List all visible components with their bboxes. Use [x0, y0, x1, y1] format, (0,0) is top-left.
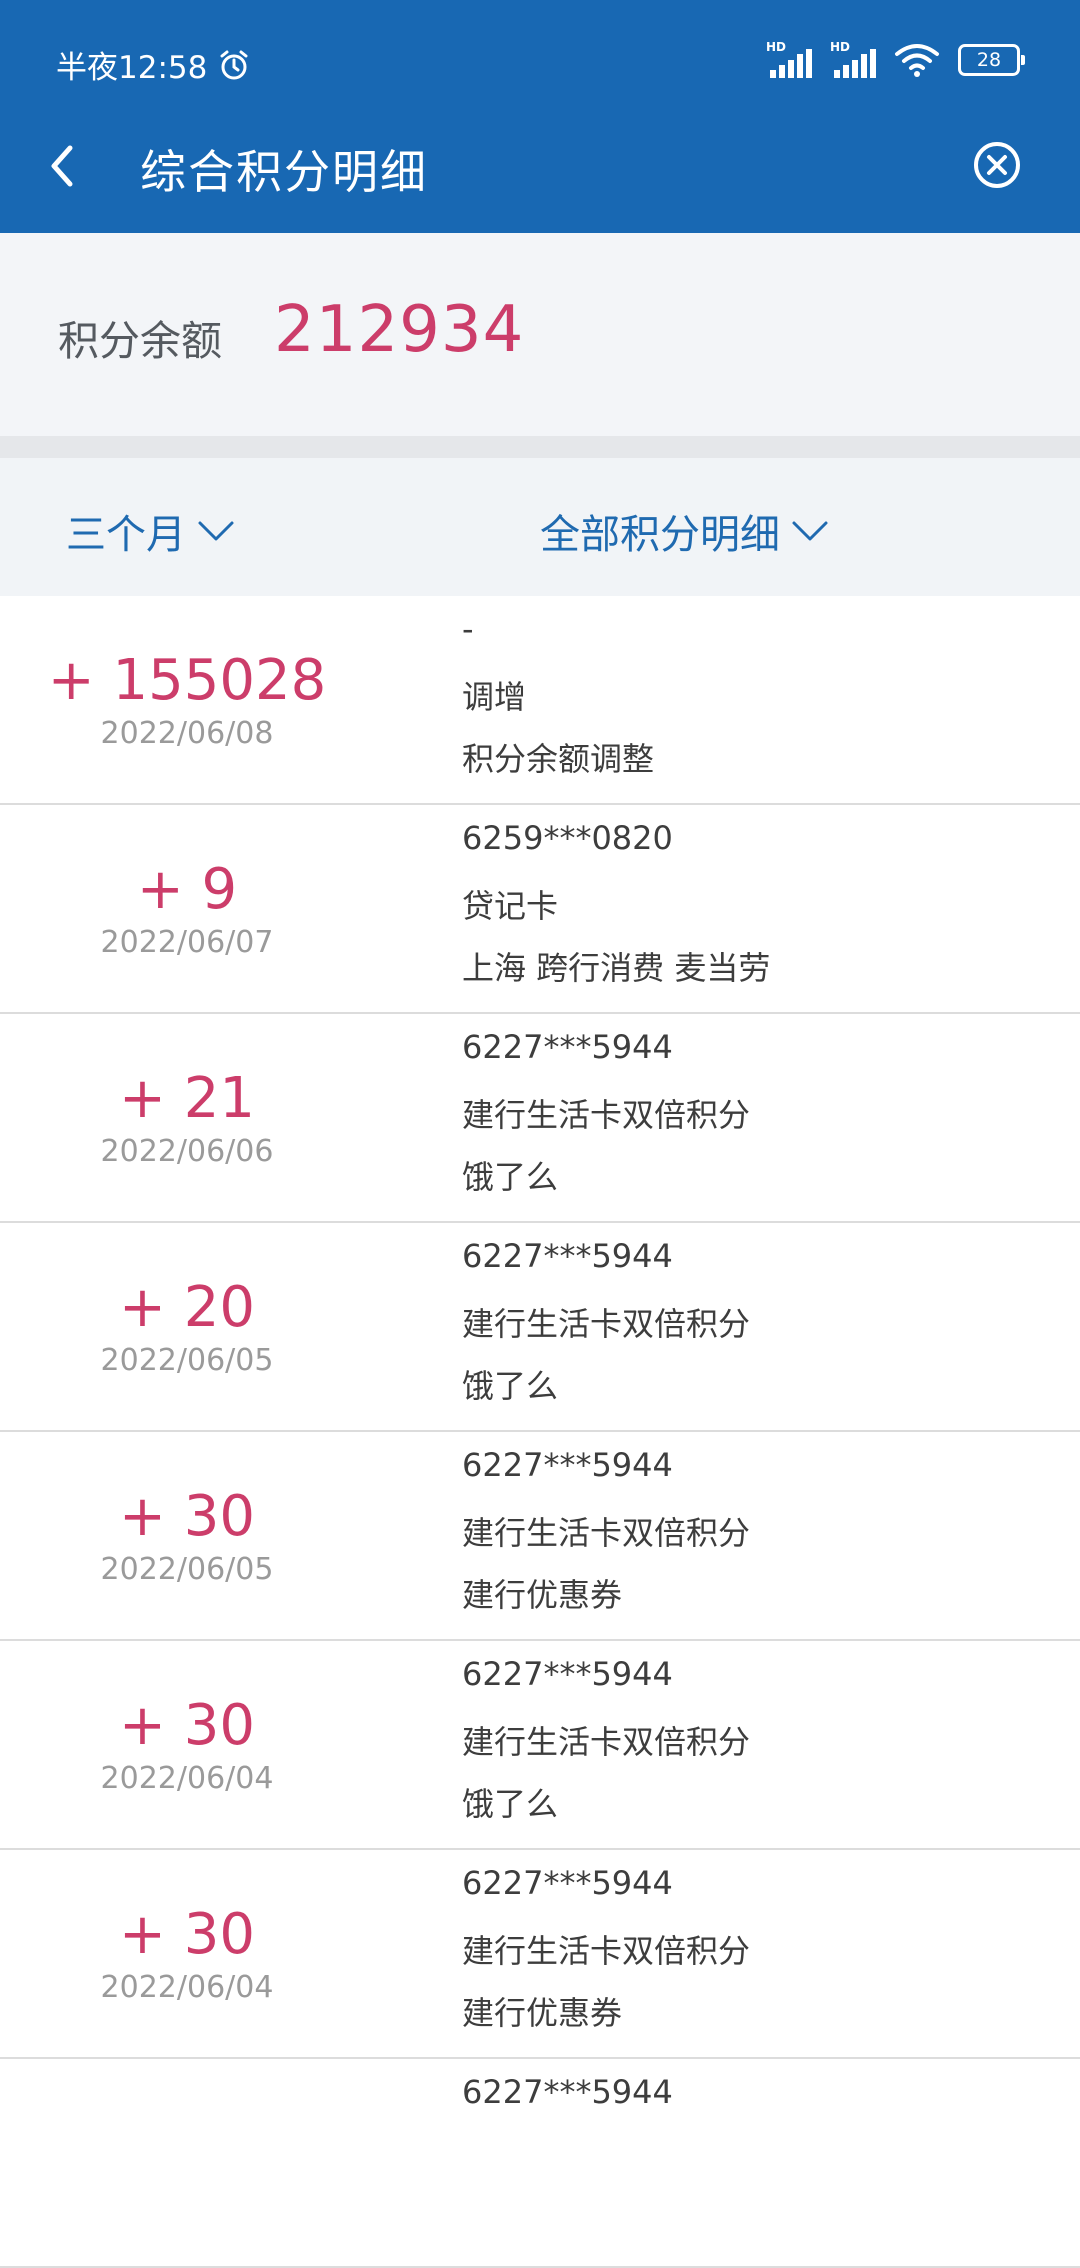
balance-panel: 积分余额 212934 — [0, 233, 1080, 436]
record-date: 2022/06/08 — [100, 716, 274, 751]
record-card: 6227***5944 — [462, 1446, 673, 1484]
wifi-icon — [895, 44, 939, 77]
record-amount: + 30 — [119, 1693, 255, 1758]
record-type: 建行生活卡双倍积分 — [462, 1723, 751, 1761]
cellular-signal-1-icon: HD — [766, 40, 816, 80]
record-type: 建行生活卡双倍积分 — [462, 1096, 751, 1134]
record-card: 6227***5944 — [462, 1028, 673, 1066]
record-amount: + 30 — [119, 1902, 255, 1967]
record-description: 饿了么 — [462, 1367, 559, 1405]
close-button[interactable] — [972, 140, 1022, 190]
record-card: 6227***5944 — [462, 2073, 673, 2111]
record-row[interactable]: + 155028 2022/06/08 - 调增 积分余额调整 — [0, 596, 1080, 805]
status-bar-time-group: 半夜12:58 — [56, 42, 251, 87]
chevron-down-icon — [198, 521, 234, 541]
record-description: 建行优惠券 — [462, 1576, 623, 1614]
record-date: 2022/06/05 — [100, 1343, 274, 1378]
balance-value: 212934 — [274, 293, 525, 367]
record-date: 2022/06/06 — [100, 1134, 274, 1169]
record-type: 建行生活卡双倍积分 — [462, 1932, 751, 1970]
balance-label: 积分余额 — [58, 317, 222, 365]
record-amount: + 9 — [136, 857, 238, 922]
alarm-icon — [220, 50, 248, 79]
record-type: 贷记卡 — [462, 887, 559, 925]
record-description: 饿了么 — [462, 1785, 559, 1823]
record-type: 建行生活卡双倍积分 — [462, 1514, 751, 1552]
period-filter-dropdown[interactable]: 三个月 — [66, 502, 236, 560]
record-card: 6227***5944 — [462, 1237, 673, 1275]
record-amount: + 155028 — [47, 648, 327, 713]
back-button[interactable] — [40, 138, 84, 194]
page-title: 综合积分明细 — [140, 145, 428, 199]
battery-level: 28 — [976, 49, 1002, 71]
record-amount: + 30 — [119, 1484, 255, 1549]
period-filter-label: 三个月 — [66, 512, 186, 558]
record-row[interactable]: + 21 2022/06/06 6227***5944 建行生活卡双倍积分 饿了… — [0, 1014, 1080, 1223]
record-type: 建行生活卡双倍积分 — [462, 1305, 751, 1343]
record-type: 调增 — [462, 678, 527, 716]
section-divider — [0, 436, 1080, 458]
type-filter-dropdown[interactable]: 全部积分明细 — [540, 502, 830, 560]
record-card: 6259***0820 — [462, 819, 673, 857]
filter-bar: 三个月 全部积分明细 — [0, 458, 1080, 596]
type-filter-label: 全部积分明细 — [540, 512, 780, 558]
status-time: 半夜12:58 — [56, 50, 208, 86]
cellular-signal-2-icon: HD — [830, 40, 880, 80]
chevron-down-icon — [792, 521, 828, 541]
points-record-list: + 155028 2022/06/08 - 调增 积分余额调整 + 9 2022… — [0, 596, 1080, 2268]
record-card: - — [462, 610, 474, 648]
record-row[interactable]: + 30 2022/06/04 6227***5944 建行生活卡双倍积分 建行… — [0, 1850, 1080, 2059]
record-date: 2022/06/05 — [100, 1552, 274, 1587]
record-date: 2022/06/04 — [100, 1970, 274, 2005]
record-card: 6227***5944 — [462, 1864, 673, 1902]
record-description: 积分余额调整 — [462, 740, 655, 778]
record-description: 上海 跨行消费 麦当劳 — [462, 949, 771, 987]
record-row[interactable]: 6227***5944 — [0, 2059, 1080, 2268]
record-description: 建行优惠券 — [462, 1994, 623, 2032]
battery-icon: 28 — [958, 44, 1025, 76]
record-date: 2022/06/04 — [100, 1761, 274, 1796]
record-amount: + 20 — [119, 1275, 255, 1340]
record-row[interactable]: + 30 2022/06/04 6227***5944 建行生活卡双倍积分 饿了… — [0, 1641, 1080, 1850]
record-row[interactable]: + 30 2022/06/05 6227***5944 建行生活卡双倍积分 建行… — [0, 1432, 1080, 1641]
record-row[interactable]: + 9 2022/06/07 6259***0820 贷记卡 上海 跨行消费 麦… — [0, 805, 1080, 1014]
record-card: 6227***5944 — [462, 1655, 673, 1693]
record-description: 饿了么 — [462, 1158, 559, 1196]
status-bar-icons: HD HD 28 — [766, 40, 1025, 80]
record-amount: + 21 — [119, 1066, 255, 1131]
record-date: 2022/06/07 — [100, 925, 274, 960]
top-bar: 半夜12:58 HD HD 28 综合积分明细 — [0, 0, 1080, 233]
record-row[interactable]: + 20 2022/06/05 6227***5944 建行生活卡双倍积分 饿了… — [0, 1223, 1080, 1432]
